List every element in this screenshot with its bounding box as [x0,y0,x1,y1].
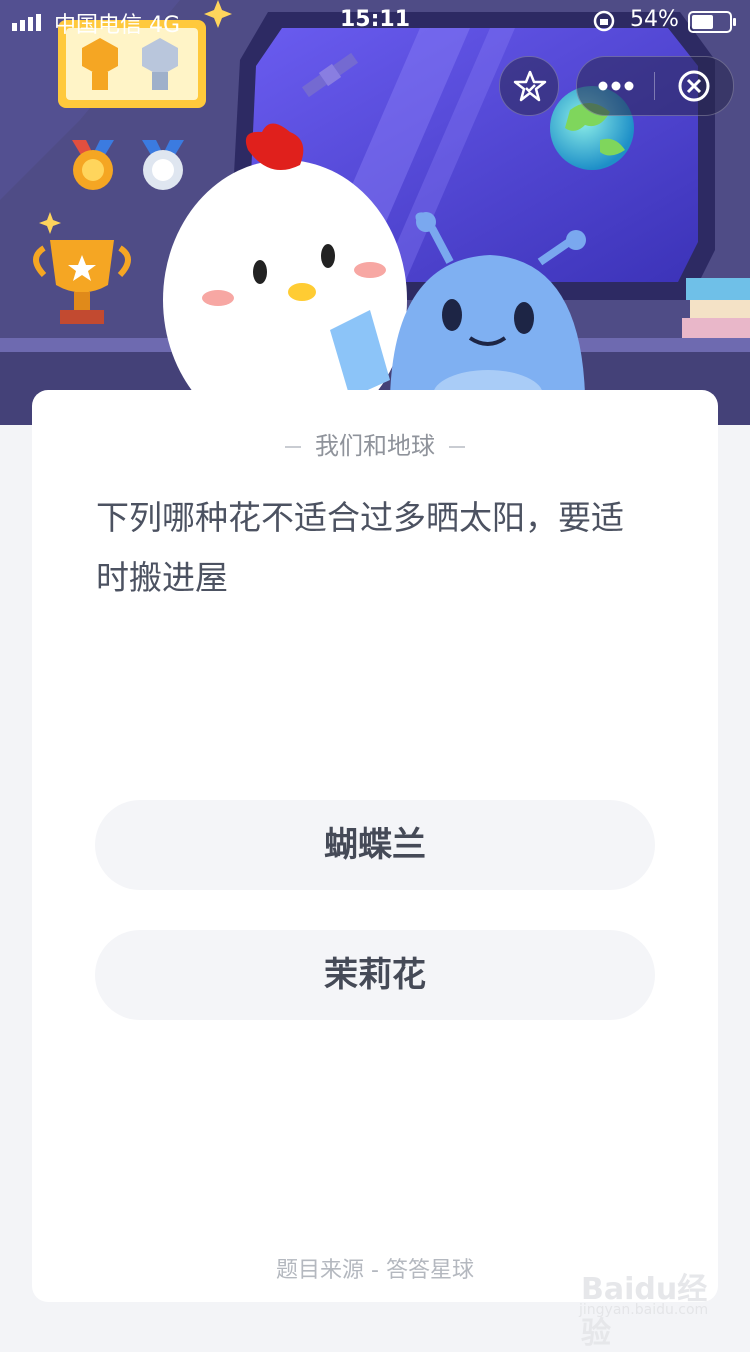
favorite-button[interactable] [499,56,559,116]
more-dots-icon [598,81,634,91]
close-button[interactable] [655,57,733,115]
status-bar: 中国电信 4G 15:11 54% [0,0,750,42]
category-dash-right [449,446,465,448]
quiz-category: 我们和地球 [32,426,718,461]
question-text: 下列哪种花不适合过多晒太阳，要适时搬进屋 [96,498,624,597]
close-circle-icon [678,70,710,102]
quiz-card: 我们和地球 下列哪种花不适合过多晒太阳，要适时搬进屋 蝴蝶兰 茉莉花 题目来源 … [32,390,718,1302]
category-dash-left [285,446,301,448]
star-check-icon [513,70,547,102]
mini-program-capsule [576,56,734,116]
more-button[interactable] [577,57,654,115]
answer-option-2[interactable]: 茉莉花 [95,930,655,1020]
watermark-url: jingyan.baidu.com [579,1302,709,1318]
baidu-watermark: Baidu经验 jingyan.baidu.com [575,1262,725,1351]
rotation-lock-icon [593,10,615,32]
category-label: 我们和地球 [315,432,435,460]
hero-illustration: 中国电信 4G 15:11 54% [0,0,750,425]
battery-icon [688,11,736,33]
battery-percent: 54% [630,7,679,32]
answer-option-1[interactable]: 蝴蝶兰 [95,800,655,890]
